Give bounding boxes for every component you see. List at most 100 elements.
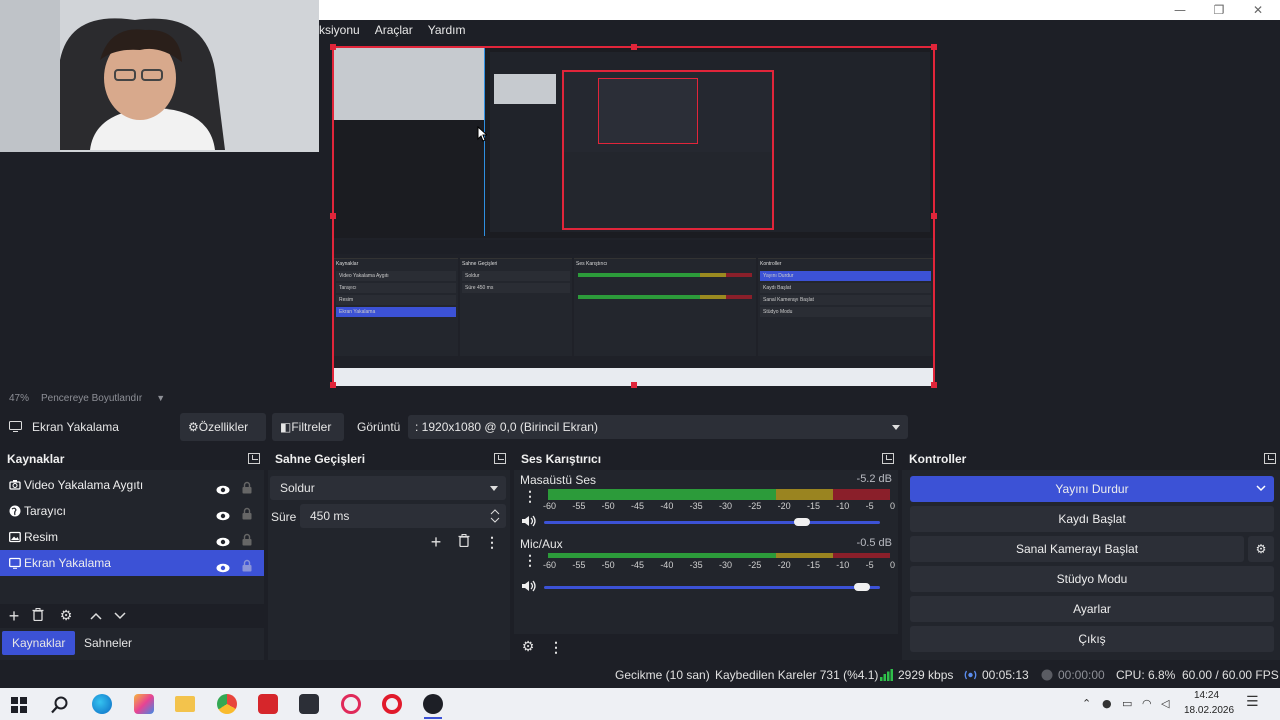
start-virtual-camera-button[interactable]: Sanal Kamerayı Başlat bbox=[910, 536, 1244, 562]
speaker-icon[interactable] bbox=[521, 515, 537, 527]
status-stream-time: 00:05:13 bbox=[982, 668, 1029, 682]
status-fps: 60.00 / 60.00 FPS bbox=[1182, 668, 1279, 682]
move-up-icon[interactable] bbox=[86, 605, 106, 625]
mixer-dock-title: Ses Karıştırıcı bbox=[521, 452, 602, 466]
source-item-image[interactable]: Resim bbox=[0, 524, 264, 550]
close-button[interactable]: ✕ bbox=[1243, 2, 1273, 18]
channel-name-desktop: Masaüstü Ses bbox=[520, 473, 597, 487]
status-bitrate: 2929 kbps bbox=[898, 668, 954, 682]
undock-icon[interactable] bbox=[882, 453, 894, 464]
search-icon[interactable] bbox=[51, 696, 69, 714]
menu-item-tools[interactable]: Araçlar bbox=[375, 23, 413, 37]
settings-button[interactable]: Ayarlar bbox=[910, 596, 1274, 622]
signal-bars-icon bbox=[880, 669, 893, 681]
minimize-button[interactable]: — bbox=[1165, 2, 1195, 18]
channel-menu-icon[interactable]: ⋮ bbox=[520, 486, 540, 506]
program-preview[interactable]: Kaynaklar Video Yakalama Aygıtı Tarayıcı… bbox=[330, 44, 937, 388]
os-taskbar: ⌃ ● ▭ ◠ ◁ 14:24 18.02.2026 ☰ bbox=[0, 688, 1280, 720]
properties-button[interactable]: ⚙Özellikler bbox=[180, 413, 266, 441]
trash-icon[interactable] bbox=[28, 606, 48, 626]
office-app-icon[interactable] bbox=[258, 694, 278, 714]
studio-mode-button[interactable]: Stüdyo Modu bbox=[910, 566, 1274, 592]
zoom-percent: 47% bbox=[9, 392, 30, 404]
windows-start-icon[interactable] bbox=[11, 697, 27, 713]
preview-zoom-row[interactable]: 47% Pencereye Boyutlandır ▼ bbox=[0, 390, 330, 406]
volume-meter-mic bbox=[548, 553, 890, 558]
menu-item-tools-partial[interactable]: ksiyonu bbox=[319, 23, 360, 37]
zoom-dropdown-icon[interactable]: ▼ bbox=[156, 393, 165, 403]
duration-spinbox[interactable]: 450 ms bbox=[300, 504, 506, 528]
opera-icon[interactable] bbox=[382, 694, 402, 714]
source-item-video-capture[interactable]: Video Yakalama Aygıtı bbox=[0, 472, 264, 498]
channel-db-mic: -0.5 dB bbox=[856, 537, 892, 549]
virtual-camera-gear-icon[interactable]: ⚙ bbox=[1248, 536, 1274, 562]
image-icon bbox=[9, 531, 21, 543]
channel-menu-icon[interactable]: ⋮ bbox=[520, 550, 540, 570]
transition-select[interactable]: Soldur bbox=[270, 476, 506, 500]
trash-icon[interactable] bbox=[454, 532, 474, 552]
clock-date[interactable]: 18.02.2026 bbox=[1184, 705, 1234, 716]
exit-button[interactable]: Çıkış bbox=[910, 626, 1274, 652]
volume-icon[interactable]: ◁ bbox=[1161, 697, 1169, 710]
preview-webcam bbox=[334, 48, 484, 120]
add-transition-icon[interactable]: + bbox=[426, 532, 446, 552]
advanced-audio-gear-icon[interactable]: ⚙ bbox=[518, 637, 538, 657]
stream-live-icon bbox=[964, 670, 977, 680]
spin-arrows-icon[interactable] bbox=[490, 508, 500, 524]
clock-time[interactable]: 14:24 bbox=[1194, 690, 1219, 701]
tab-sources[interactable]: Kaynaklar bbox=[2, 631, 76, 655]
more-vertical-icon[interactable]: ⋮ bbox=[546, 637, 566, 657]
status-delay: Gecikme (10 san) bbox=[615, 668, 710, 682]
sources-toolbar: + ⚙ bbox=[0, 604, 264, 628]
source-item-screen-capture[interactable]: Ekran Yakalama bbox=[0, 550, 264, 576]
undock-icon[interactable] bbox=[1264, 453, 1276, 464]
filters-button[interactable]: ◧Filtreler bbox=[272, 413, 344, 441]
controls-dock: Kontroller Yayını Durdur Kaydı Başlat Sa… bbox=[902, 448, 1280, 660]
microphone-icon[interactable]: ● bbox=[1102, 697, 1112, 710]
channel-name-mic: Mic/Aux bbox=[520, 537, 563, 551]
volume-slider-handle[interactable] bbox=[794, 518, 810, 526]
channel-db-desktop: -5.2 dB bbox=[856, 473, 892, 485]
speaker-icon[interactable] bbox=[521, 580, 537, 592]
obs-icon[interactable] bbox=[423, 694, 443, 714]
undock-icon[interactable] bbox=[248, 453, 260, 464]
edge-browser-icon[interactable] bbox=[92, 694, 112, 714]
battery-icon[interactable]: ▭ bbox=[1122, 697, 1132, 710]
volume-slider-mic[interactable] bbox=[544, 583, 880, 591]
wifi-icon[interactable]: ◠ bbox=[1142, 697, 1152, 710]
tab-scenes[interactable]: Sahneler bbox=[74, 631, 142, 655]
add-source-icon[interactable]: + bbox=[4, 606, 24, 626]
monitor-icon bbox=[9, 421, 22, 432]
meter-ticks: -60 -55 -50 -45 -40 -35 -30 -25 -20 -15 -10 -5 0 bbox=[543, 501, 895, 511]
sources-dock: Kaynaklar Video Yakalama Aygıtı Tarayıcı… bbox=[0, 448, 264, 660]
more-vertical-icon[interactable]: ⋮ bbox=[482, 532, 502, 552]
volume-meter-desktop bbox=[548, 489, 890, 500]
lock-icon[interactable] bbox=[242, 555, 252, 581]
zoom-mode-label[interactable]: Pencereye Boyutlandır bbox=[41, 393, 142, 404]
undock-icon[interactable] bbox=[494, 453, 506, 464]
status-record-time: 00:00:00 bbox=[1058, 668, 1105, 682]
chevron-down-icon bbox=[490, 486, 498, 491]
maximize-button[interactable]: ❐ bbox=[1204, 2, 1234, 18]
source-item-browser[interactable]: Tarayıcı bbox=[0, 498, 264, 524]
opera-gx-icon[interactable] bbox=[341, 694, 361, 714]
webcam-image bbox=[0, 0, 319, 152]
file-explorer-icon[interactable] bbox=[175, 696, 195, 712]
tray-chevron-up-icon[interactable]: ⌃ bbox=[1082, 697, 1091, 710]
move-down-icon[interactable] bbox=[110, 605, 130, 625]
display-select[interactable]: : 1920x1080 @ 0,0 (Birincil Ekran) bbox=[408, 415, 908, 439]
app-icon[interactable] bbox=[299, 694, 319, 714]
globe-icon bbox=[9, 505, 21, 517]
visibility-eye-icon[interactable] bbox=[216, 556, 230, 582]
stop-stream-button[interactable]: Yayını Durdur bbox=[910, 476, 1274, 502]
volume-slider-handle[interactable] bbox=[854, 583, 870, 591]
gear-icon[interactable]: ⚙ bbox=[56, 606, 76, 626]
volume-slider-desktop[interactable] bbox=[544, 518, 880, 526]
notification-icon[interactable]: ☰ bbox=[1246, 694, 1259, 710]
filter-icon: ◧ bbox=[280, 420, 292, 434]
copilot-icon[interactable] bbox=[134, 694, 154, 714]
start-recording-button[interactable]: Kaydı Başlat bbox=[910, 506, 1274, 532]
chrome-icon[interactable] bbox=[217, 694, 237, 714]
chevron-down-icon[interactable] bbox=[1256, 485, 1266, 492]
menu-item-help[interactable]: Yardım bbox=[428, 23, 466, 37]
